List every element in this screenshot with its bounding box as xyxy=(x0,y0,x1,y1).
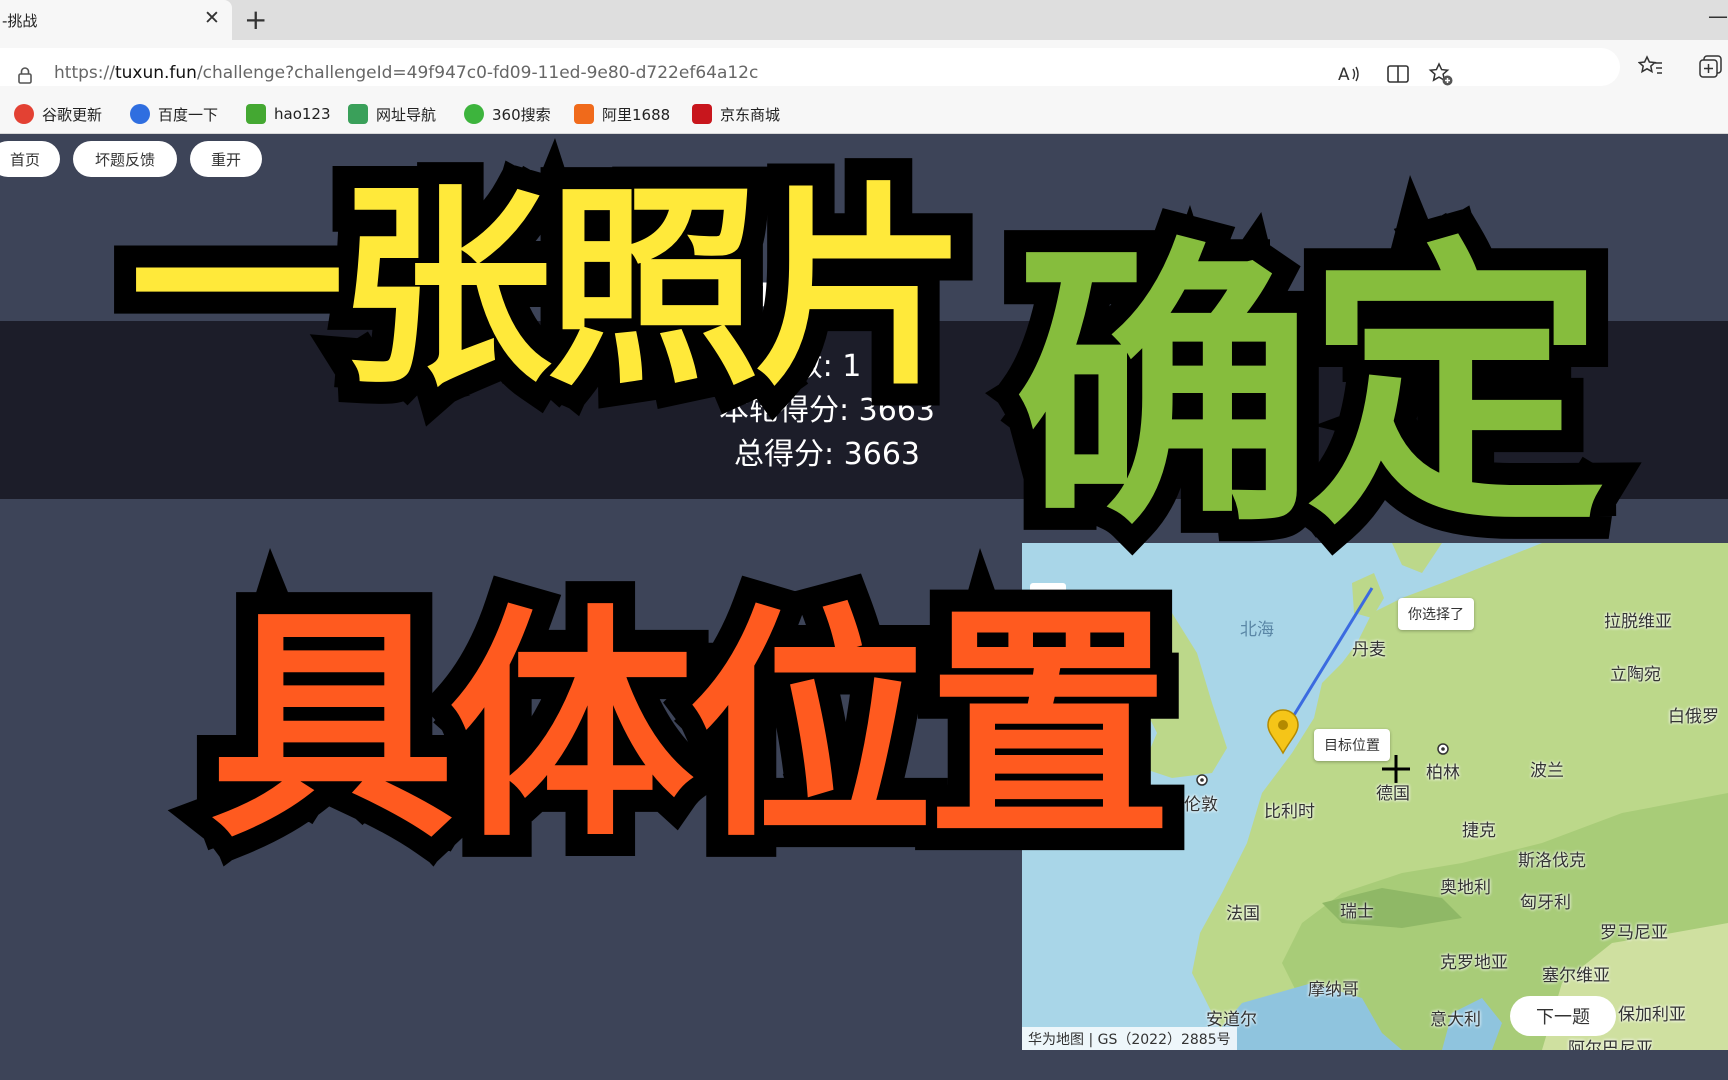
overlay-headline-line1: 一张照片 xyxy=(108,161,990,419)
overlay-headline-line3: 具体位置 xyxy=(188,583,1194,872)
overlay-headline-line2: 确定 xyxy=(992,215,1628,564)
screen: -挑战 ✕ + — https://tuxun.fun/challenge?ch… xyxy=(0,0,1728,1080)
